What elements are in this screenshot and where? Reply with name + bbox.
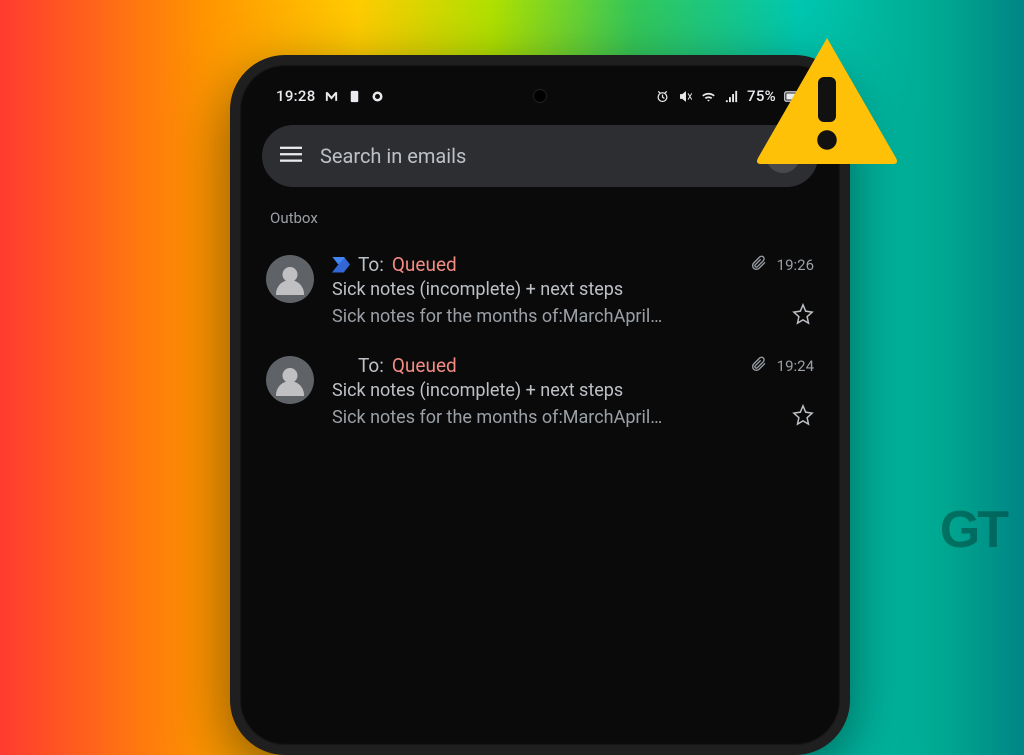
status-label: Queued [392, 354, 457, 377]
important-marker-icon[interactable] [332, 257, 350, 273]
email-item[interactable]: To: Queued 19:26 Sick notes (incomplete)… [258, 241, 822, 342]
sender-avatar [266, 356, 314, 404]
email-preview: Sick notes for the months of:MarchApril… [332, 306, 782, 327]
wifi-icon [701, 89, 716, 104]
recipient-label: To: [358, 253, 384, 276]
email-time: 19:24 [777, 357, 814, 375]
search-bar[interactable]: Search in emails [262, 125, 818, 187]
email-subject: Sick notes (incomplete) + next steps [332, 279, 814, 300]
attachment-icon [751, 255, 767, 275]
search-input[interactable]: Search in emails [320, 144, 748, 168]
attachment-icon [751, 356, 767, 376]
warning-triangle-icon [752, 32, 902, 172]
alarm-icon [655, 89, 670, 104]
star-icon[interactable] [792, 404, 814, 431]
recipient-label: To: [358, 354, 384, 377]
email-subject: Sick notes (incomplete) + next steps [332, 380, 814, 401]
star-icon[interactable] [792, 303, 814, 330]
mute-vibrate-icon [678, 89, 693, 104]
clock: 19:28 [276, 87, 316, 105]
status-label: Queued [392, 253, 457, 276]
menu-icon[interactable] [280, 143, 302, 169]
front-camera [533, 89, 547, 103]
signal-icon [724, 89, 739, 104]
email-time: 19:26 [777, 256, 814, 274]
gmail-m-icon [324, 89, 339, 104]
section-label: Outbox [258, 187, 822, 241]
email-item[interactable]: To: Queued 19:24 Sick notes (incomplete)… [258, 342, 822, 443]
app-square-icon [370, 89, 385, 104]
sender-avatar [266, 255, 314, 303]
email-preview: Sick notes for the months of:MarchApril… [332, 407, 782, 428]
watermark-logo: GT [940, 500, 1006, 560]
sim-card-icon [347, 89, 362, 104]
